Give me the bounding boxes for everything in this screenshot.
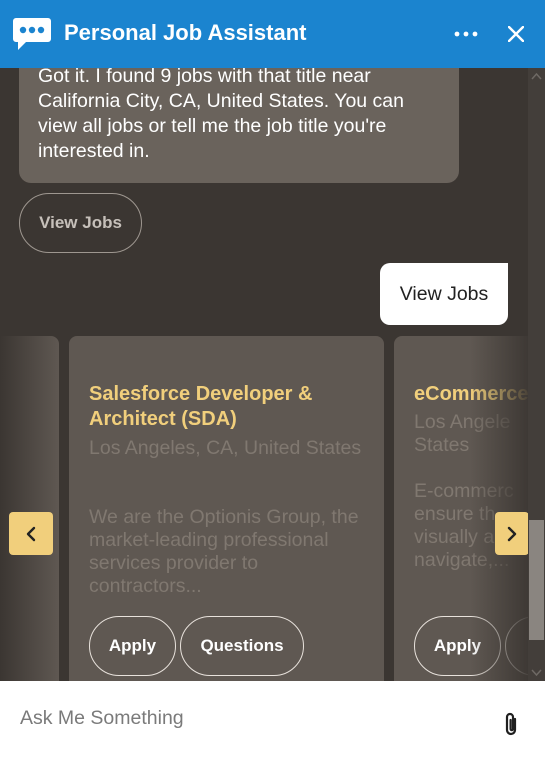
apply-button[interactable]: Apply <box>414 616 501 676</box>
chat-scrollbar[interactable] <box>528 68 545 681</box>
message-composer <box>0 681 545 764</box>
chat-bubble-icon <box>13 18 51 50</box>
bot-message: Got it. I found 9 jobs with that title n… <box>19 68 459 183</box>
job-location: Los Angeles, CA, United States <box>89 437 362 459</box>
header-title: Personal Job Assistant <box>64 20 307 45</box>
bot-message-line: view all jobs or tell me the job title y… <box>38 115 387 137</box>
job-card-next[interactable]: eCommerce Los Angele States E-commerc en… <box>394 336 545 681</box>
scroll-thumb[interactable] <box>529 520 544 640</box>
user-message: View Jobs <box>380 263 508 325</box>
more-horizontal-icon <box>454 31 478 37</box>
questions-button[interactable]: Questions <box>180 616 304 676</box>
carousel-prev-button[interactable] <box>9 512 53 555</box>
paperclip-icon[interactable] <box>498 711 524 739</box>
message-input[interactable] <box>20 703 480 733</box>
job-description: We are the Optionis Group, the market-le… <box>89 506 359 597</box>
view-jobs-quick-reply[interactable]: View Jobs <box>19 193 142 253</box>
close-icon <box>508 26 524 42</box>
chevron-right-icon <box>507 526 517 541</box>
bot-message-line: Got it. I found 9 jobs with that title n… <box>38 68 371 87</box>
job-title[interactable]: Salesforce Developer & Architect (SDA) <box>89 382 369 432</box>
apply-button[interactable]: Apply <box>89 616 176 676</box>
job-card[interactable]: Salesforce Developer & Architect (SDA) L… <box>69 336 384 681</box>
bot-message-line: California City, CA, United States. You … <box>38 90 404 112</box>
chevron-left-icon <box>26 526 36 541</box>
job-title[interactable]: eCommerce <box>414 382 545 407</box>
job-card-previous[interactable] <box>0 336 59 681</box>
job-location: Los Angele States <box>414 411 511 456</box>
bot-message-line: interested in. <box>38 140 150 162</box>
chat-header: Personal Job Assistant <box>0 0 545 68</box>
close-button[interactable] <box>500 18 532 50</box>
more-options-button[interactable] <box>450 18 482 50</box>
scroll-up-icon[interactable] <box>528 68 545 85</box>
scroll-down-icon[interactable] <box>528 664 545 681</box>
carousel-next-button[interactable] <box>495 512 529 555</box>
chat-transcript[interactable]: Got it. I found 9 jobs with that title n… <box>0 68 545 681</box>
